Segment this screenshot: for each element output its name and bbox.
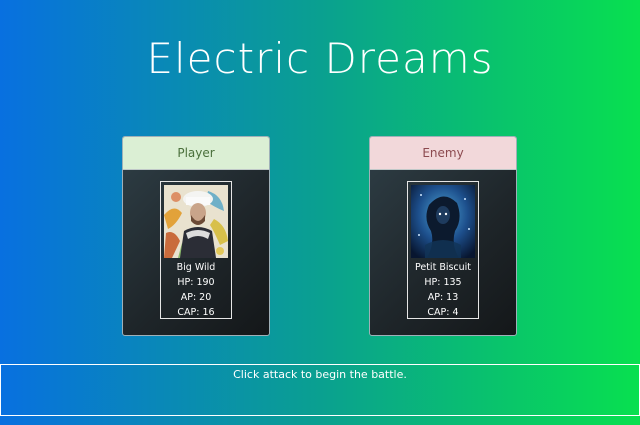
enemy-panel: Enemy Petit Biscuit HP: 135 AP: 13 CAP: … [369,136,517,336]
player-header: Player [123,137,269,170]
battle-status-message: Click attack to begin the battle. [233,368,407,381]
enemy-header: Enemy [370,137,516,170]
player-panel: Player Big Wild HP: 190 AP: 20 CAP: 16 [122,136,270,336]
enemy-ap: AP: 13 [427,292,459,303]
player-name: Big Wild [176,262,216,273]
player-cap: CAP: 16 [177,307,215,318]
battle-status-bar: Click attack to begin the battle. [0,364,640,416]
game-title: Electric Dreams [146,34,494,83]
enemy-portrait [411,185,475,258]
player-portrait [164,185,228,258]
player-card[interactable]: Big Wild HP: 190 AP: 20 CAP: 16 [160,181,232,319]
enemy-hp: HP: 135 [424,277,462,288]
enemy-card[interactable]: Petit Biscuit HP: 135 AP: 13 CAP: 4 [407,181,479,319]
enemy-cap: CAP: 4 [427,307,459,318]
player-ap: AP: 20 [180,292,212,303]
player-hp: HP: 190 [177,277,215,288]
enemy-name: Petit Biscuit [414,262,472,273]
